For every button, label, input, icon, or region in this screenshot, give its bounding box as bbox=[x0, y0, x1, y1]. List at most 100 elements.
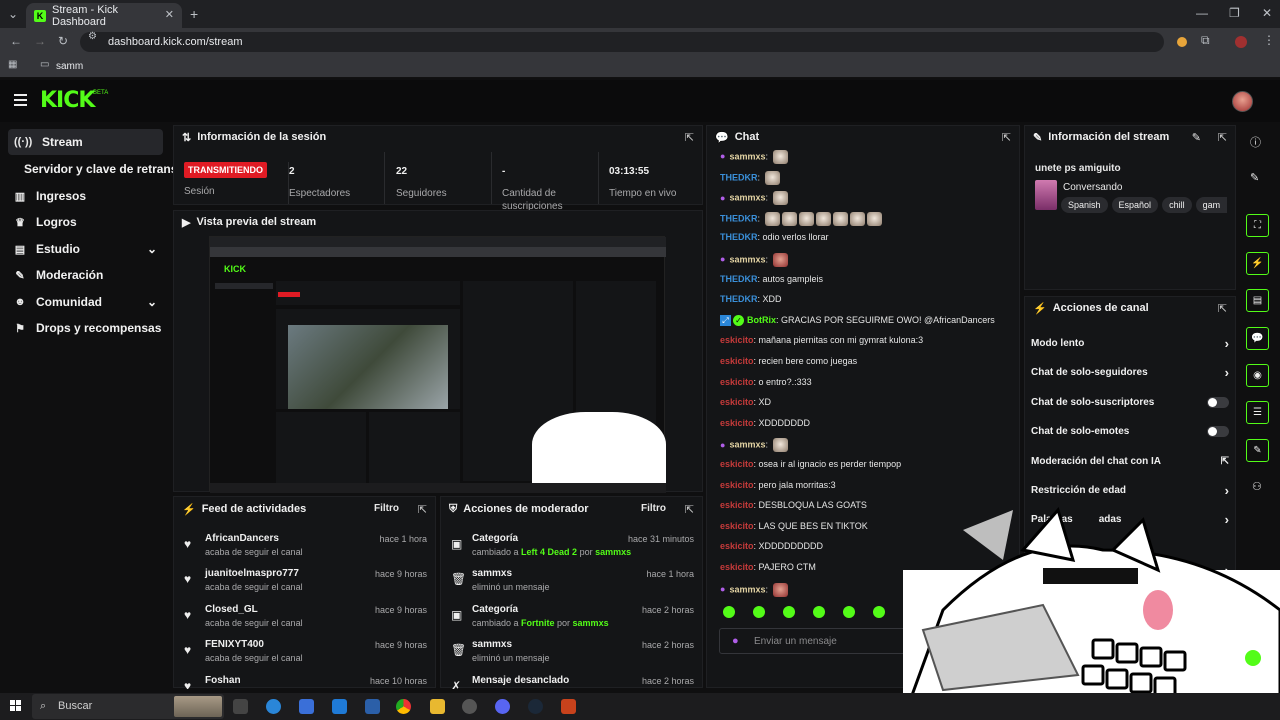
popout-icon[interactable]: ⇱ bbox=[418, 503, 427, 516]
bookmark-folder[interactable]: samm bbox=[56, 61, 83, 72]
chat-username[interactable]: sammxs bbox=[730, 193, 766, 203]
action-subscribers-only[interactable]: Chat de solo-suscriptores bbox=[1031, 389, 1229, 415]
windows-start-icon[interactable] bbox=[10, 700, 22, 712]
rail-button-wrench[interactable]: ✎ bbox=[1246, 439, 1269, 462]
sidebar-item-ingresos[interactable]: ▥ Ingresos bbox=[8, 183, 163, 209]
chat-username[interactable]: eskicito bbox=[720, 377, 754, 387]
kick-logo[interactable]: KICK bbox=[40, 88, 95, 113]
edge-icon[interactable] bbox=[266, 699, 281, 714]
filter-button[interactable]: Filtro bbox=[641, 503, 666, 514]
app-icon[interactable] bbox=[365, 699, 380, 714]
rail-button-list[interactable]: ☰ bbox=[1246, 401, 1269, 424]
emote-icon[interactable] bbox=[843, 606, 855, 618]
action-ai-moderation[interactable]: Moderación del chat con IA ⇱ bbox=[1031, 448, 1229, 474]
popout-icon[interactable]: ⇱ bbox=[1218, 302, 1227, 315]
chat-username[interactable]: sammxs bbox=[730, 151, 766, 161]
category-name[interactable]: Conversando bbox=[1063, 182, 1122, 193]
close-window-icon[interactable]: ✕ bbox=[1262, 7, 1272, 19]
maximize-icon[interactable]: ❐ bbox=[1229, 7, 1240, 19]
sidebar-item-estudio[interactable]: ▤ Estudio ⌄ bbox=[8, 236, 163, 262]
emote-icon[interactable] bbox=[723, 606, 735, 618]
emote-icon[interactable] bbox=[783, 606, 795, 618]
reload-icon[interactable]: ↻ bbox=[58, 35, 68, 47]
rail-button-broadcast[interactable]: ◉ bbox=[1246, 364, 1269, 387]
item-name[interactable]: sammxs bbox=[472, 639, 512, 650]
item-name[interactable]: Closed_GL bbox=[205, 604, 258, 615]
rail-button-doc[interactable]: ▤ bbox=[1246, 289, 1269, 312]
back-icon[interactable]: ← bbox=[10, 35, 22, 47]
store-icon[interactable] bbox=[299, 699, 314, 714]
emote-icon[interactable] bbox=[753, 606, 765, 618]
site-info-icon[interactable]: ⚙ bbox=[88, 32, 97, 42]
chat-username[interactable]: THEDKR bbox=[720, 232, 758, 242]
menu-kebab-icon[interactable]: ⋮ bbox=[1263, 34, 1275, 46]
hamburger-menu-icon[interactable] bbox=[14, 94, 27, 106]
obs-icon[interactable] bbox=[462, 699, 477, 714]
action-slow-mode[interactable]: Modo lento › bbox=[1031, 330, 1229, 356]
sidebar-item-logros[interactable]: ♛ Logros bbox=[8, 209, 163, 235]
user-avatar[interactable] bbox=[1232, 91, 1253, 112]
rail-button-fullscreen[interactable]: ⛶ bbox=[1246, 214, 1269, 237]
url-bar[interactable]: ⚙ dashboard.kick.com/stream bbox=[80, 32, 1164, 52]
filter-button[interactable]: Filtro bbox=[374, 503, 399, 514]
emote-icon[interactable] bbox=[873, 606, 885, 618]
edit-icon[interactable]: ✎ bbox=[1250, 171, 1259, 184]
chat-username[interactable]: THEDKR bbox=[720, 294, 758, 304]
game-icon[interactable] bbox=[561, 699, 576, 714]
chat-username[interactable]: eskicito bbox=[720, 356, 754, 366]
chat-username[interactable]: THEDKR bbox=[720, 172, 758, 182]
sidebar-item-drops[interactable]: ⚑ Drops y recompensas bbox=[8, 315, 163, 341]
chat-username[interactable]: sammxs bbox=[730, 440, 766, 450]
popout-icon[interactable]: ⇱ bbox=[1218, 131, 1227, 144]
minimize-icon[interactable]: — bbox=[1196, 7, 1208, 19]
chat-username[interactable]: eskicito bbox=[720, 541, 754, 551]
mail-icon[interactable] bbox=[332, 699, 347, 714]
new-tab-icon[interactable]: + bbox=[190, 7, 198, 21]
sidebar-item-stream[interactable]: ((·)) Stream bbox=[8, 129, 163, 155]
emote-icon[interactable] bbox=[813, 606, 825, 618]
chat-username[interactable]: eskicito bbox=[720, 335, 754, 345]
rail-button-chat[interactable]: 💬 bbox=[1246, 327, 1269, 350]
extensions-puzzle-icon[interactable]: ⧉ bbox=[1201, 34, 1210, 46]
chrome-icon[interactable] bbox=[396, 699, 411, 714]
chat-username[interactable]: BotRix bbox=[747, 315, 776, 325]
stream-preview-video[interactable]: KICK bbox=[209, 236, 666, 493]
task-view-icon[interactable] bbox=[233, 699, 248, 714]
browser-tab[interactable]: K Stream - Kick Dashboard ✕ bbox=[26, 3, 182, 28]
chat-username[interactable]: eskicito bbox=[720, 562, 754, 572]
apps-grid-icon[interactable]: ▦ bbox=[8, 60, 17, 70]
file-explorer-icon[interactable] bbox=[430, 699, 445, 714]
sidebar-item-comunidad[interactable]: ☻ Comunidad ⌄ bbox=[8, 289, 163, 315]
info-icon[interactable]: ⓘ bbox=[1250, 134, 1261, 150]
item-name[interactable]: sammxs bbox=[472, 568, 512, 579]
rail-button-bolt[interactable]: ⚡ bbox=[1246, 252, 1269, 275]
item-name[interactable]: juanitoelmaspro777 bbox=[205, 568, 299, 579]
item-name[interactable]: FENIXYT400 bbox=[205, 639, 264, 650]
chat-username[interactable]: THEDKR bbox=[720, 213, 758, 223]
emotes-only-toggle[interactable] bbox=[1207, 425, 1229, 437]
chat-username[interactable]: eskicito bbox=[720, 397, 754, 407]
popout-icon[interactable]: ⇱ bbox=[1002, 131, 1011, 144]
chat-username[interactable]: eskicito bbox=[720, 480, 754, 490]
forward-icon[interactable]: → bbox=[34, 35, 46, 47]
action-followers-only[interactable]: Chat de solo-seguidores › bbox=[1031, 359, 1229, 385]
tab-search-icon[interactable]: ⌄ bbox=[8, 8, 18, 20]
chat-username[interactable]: eskicito bbox=[720, 521, 754, 531]
close-tab-icon[interactable]: ✕ bbox=[165, 10, 174, 21]
item-name[interactable]: AfricanDancers bbox=[205, 533, 279, 544]
popout-icon[interactable]: ⇱ bbox=[685, 131, 694, 144]
discord-icon[interactable] bbox=[495, 699, 510, 714]
subscribers-only-toggle[interactable] bbox=[1207, 396, 1229, 408]
chat-username[interactable]: sammxs bbox=[730, 584, 766, 594]
action-emotes-only[interactable]: Chat de solo-emotes bbox=[1031, 418, 1229, 444]
sidebar-item-server-key[interactable]: Servidor y clave de retransmisión bbox=[18, 156, 178, 182]
chat-username[interactable]: eskicito bbox=[720, 500, 754, 510]
sidebar-item-moderacion[interactable]: ✎ Moderación bbox=[8, 262, 163, 288]
item-name[interactable]: Foshan bbox=[205, 675, 241, 686]
steam-icon[interactable] bbox=[528, 699, 543, 714]
popout-icon[interactable]: ⇱ bbox=[685, 503, 694, 516]
chat-username[interactable]: eskicito bbox=[720, 459, 754, 469]
extension-icon[interactable] bbox=[1177, 37, 1187, 47]
chat-username[interactable]: eskicito bbox=[720, 418, 754, 428]
edit-icon[interactable]: ✎ bbox=[1192, 131, 1201, 144]
